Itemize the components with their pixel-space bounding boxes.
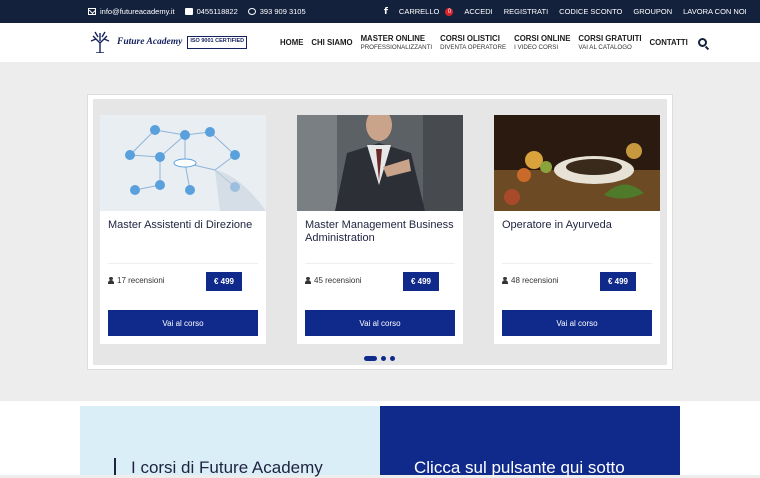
- mail-icon: [88, 8, 96, 15]
- nav-home[interactable]: HOME: [280, 38, 303, 47]
- groupon-link[interactable]: GROUPON: [633, 7, 672, 16]
- nav-corsi-online[interactable]: CORSI ONLINE I VIDEO CORSI: [514, 34, 570, 51]
- carousel-pagination: [364, 356, 395, 361]
- reviews-count: 45 recensioni: [314, 276, 362, 285]
- course-reviews: 48 recensioni: [502, 276, 559, 285]
- go-to-course-button[interactable]: Vai al corso: [502, 310, 652, 336]
- carousel-dot-1[interactable]: [364, 356, 377, 361]
- course-image-network: [100, 115, 266, 211]
- reviews-count: 48 recensioni: [511, 276, 559, 285]
- nav-master-online-sub: PROFESSIONALIZZANTI: [360, 44, 433, 51]
- contact-info: info@futureacademy.it 0455118822 393 909…: [88, 0, 306, 23]
- cta-heading: Clicca sul pulsante qui sotto: [414, 458, 625, 477]
- nav-corsi-gratuiti-sub: VAI AL CATALOGO: [578, 44, 632, 51]
- reviews-count: 17 recensioni: [117, 276, 165, 285]
- phone-icon: [184, 8, 193, 15]
- whatsapp-icon: [247, 8, 256, 15]
- cta-panel: Clicca sul pulsante qui sotto: [380, 406, 680, 477]
- cart-count-badge: 0: [445, 7, 454, 16]
- course-reviews: 45 recensioni: [305, 276, 362, 285]
- login-link[interactable]: ACCEDI: [464, 7, 492, 16]
- intro-accent-bar: [114, 458, 116, 475]
- search-icon[interactable]: [697, 38, 707, 47]
- course-image-ayurveda: [494, 115, 660, 211]
- nav-chi-siamo[interactable]: CHI SIAMO: [311, 38, 352, 47]
- email-text: info@futureacademy.it: [100, 7, 175, 16]
- course-card[interactable]: Master Assistenti di Direzione 17 recens…: [100, 115, 266, 344]
- nav-corsi-online-sub: I VIDEO CORSI: [514, 44, 559, 51]
- discount-code-link[interactable]: CODICE SCONTO: [559, 7, 622, 16]
- intro-panel: I corsi di Future Academy: [80, 406, 380, 477]
- user-icon: [108, 277, 114, 284]
- phone-link[interactable]: 0455118822: [184, 7, 238, 16]
- price-badge: € 499: [600, 272, 636, 291]
- logo-name: Future Academy: [117, 37, 183, 47]
- careers-link[interactable]: LAVORA CON NOI: [683, 7, 747, 16]
- nav-corsi-gratuiti[interactable]: CORSI GRATUITI VAI AL CATALOGO: [578, 34, 641, 51]
- nav-contatti-label: CONTATTI: [649, 38, 688, 47]
- course-card[interactable]: Master Management Business Administratio…: [297, 115, 463, 344]
- card-divider: [108, 263, 258, 264]
- go-to-course-button[interactable]: Vai al corso: [305, 310, 455, 336]
- price-badge: € 499: [206, 272, 242, 291]
- carousel-dot-3[interactable]: [390, 356, 395, 361]
- course-title[interactable]: Operatore in Ayurveda: [502, 219, 652, 232]
- nav-master-online[interactable]: MASTER ONLINE PROFESSIONALIZZANTI: [361, 34, 433, 51]
- whatsapp-text: 393 909 3105: [259, 7, 306, 16]
- course-image-businessman: [297, 115, 463, 211]
- nav-corsi-online-label: CORSI ONLINE: [514, 34, 571, 43]
- course-title[interactable]: Master Assistenti di Direzione: [108, 219, 258, 232]
- card-divider: [502, 263, 652, 264]
- iso-certified-badge: ISO 9001 CERTIFIED: [187, 35, 248, 49]
- main-header: Future Academy ISO 9001 CERTIFIED HOME C…: [0, 23, 760, 62]
- nav-chi-siamo-label: CHI SIAMO: [311, 38, 353, 47]
- register-link[interactable]: REGISTRATI: [504, 7, 548, 16]
- carousel-dot-2[interactable]: [381, 356, 386, 361]
- go-to-course-button[interactable]: Vai al corso: [108, 310, 258, 336]
- intro-heading: I corsi di Future Academy: [131, 458, 323, 477]
- nav-corsi-olistici[interactable]: CORSI OLISTICI DIVENTA OPERATORE: [440, 34, 506, 51]
- course-title[interactable]: Master Management Business Administratio…: [305, 219, 455, 245]
- nav-corsi-olistici-sub: DIVENTA OPERATORE: [440, 44, 507, 51]
- phone-text: 0455118822: [196, 7, 238, 16]
- main-nav: HOME CHI SIAMO MASTER ONLINE PROFESSIONAL…: [280, 23, 707, 62]
- price-badge: € 499: [403, 272, 439, 291]
- logo-tree-icon: [88, 31, 112, 54]
- course-card[interactable]: Operatore in Ayurveda 48 recensioni € 49…: [494, 115, 660, 344]
- nav-corsi-gratuiti-label: CORSI GRATUITI: [578, 34, 642, 43]
- whatsapp-link[interactable]: 393 909 3105: [247, 7, 306, 16]
- user-icon: [502, 277, 508, 284]
- nav-master-online-label: MASTER ONLINE: [360, 34, 426, 43]
- card-divider: [305, 263, 455, 264]
- email-link[interactable]: info@futureacademy.it: [88, 7, 175, 16]
- cart-link[interactable]: CARRELLO 0: [398, 7, 454, 16]
- course-reviews: 17 recensioni: [108, 276, 165, 285]
- nav-home-label: HOME: [280, 38, 304, 47]
- top-links: f CARRELLO 0 ACCEDI REGISTRATI CODICE SC…: [384, 0, 747, 23]
- nav-contatti[interactable]: CONTATTI: [650, 38, 688, 47]
- nav-corsi-olistici-label: CORSI OLISTICI: [440, 34, 500, 43]
- facebook-icon[interactable]: f: [384, 7, 388, 17]
- logo[interactable]: Future Academy ISO 9001 CERTIFIED: [88, 31, 248, 54]
- top-contact-bar: info@futureacademy.it 0455118822 393 909…: [0, 0, 760, 23]
- cart-label: CARRELLO: [398, 7, 440, 16]
- user-icon: [305, 277, 311, 284]
